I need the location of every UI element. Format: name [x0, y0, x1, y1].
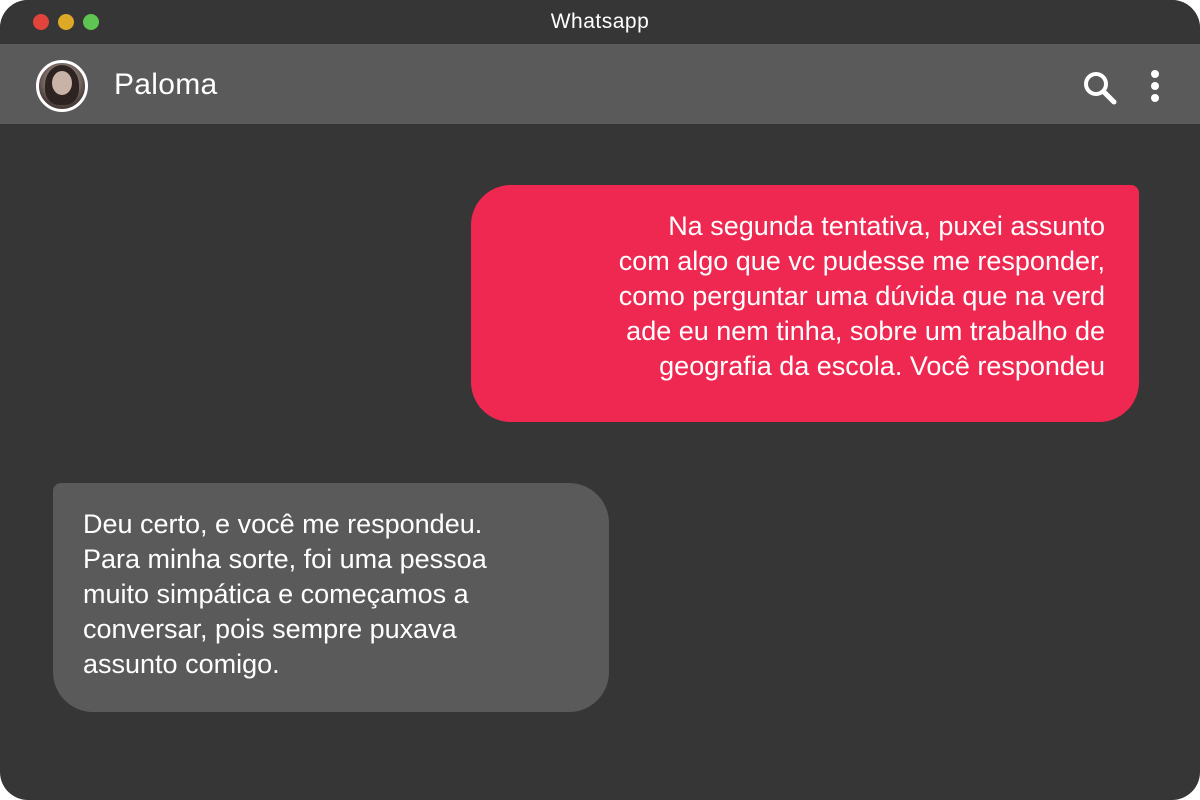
- message-line: geografia da escola. Você respondeu: [659, 351, 1105, 381]
- message-line: conversar, pois sempre puxava: [83, 614, 457, 644]
- incoming-message-bubble[interactable]: Deu certo, e você me respondeu. Para min…: [53, 483, 609, 712]
- message-line: com algo que vc pudesse me responder,: [618, 246, 1105, 276]
- message-line: Na segunda tentativa, puxei assunto: [668, 211, 1105, 241]
- contact-name[interactable]: Paloma: [114, 44, 218, 124]
- message-line: como perguntar uma dúvida que na verd: [618, 281, 1105, 311]
- search-icon: [1084, 72, 1117, 105]
- message-line: Para minha sorte, foi uma pessoa: [83, 544, 487, 574]
- message-line: ade eu nem tinha, sobre um trabalho de: [626, 316, 1105, 346]
- message-line: assunto comigo.: [83, 649, 280, 679]
- title-bar: Whatsapp: [0, 0, 1200, 44]
- outgoing-message-bubble[interactable]: Na segunda tentativa, puxei assunto com …: [471, 185, 1139, 422]
- window-title: Whatsapp: [550, 10, 650, 33]
- more-vertical-icon: [1151, 70, 1159, 102]
- search-button[interactable]: [1080, 68, 1120, 108]
- chat-header: Paloma: [0, 44, 1200, 124]
- avatar-face-shape: [52, 71, 72, 95]
- message-line: muito simpática e começamos a: [83, 579, 469, 609]
- contact-avatar[interactable]: [36, 60, 88, 112]
- app-window: Whatsapp Paloma Na segunda tentativa, pu…: [0, 0, 1200, 800]
- more-options-button[interactable]: [1140, 68, 1170, 108]
- message-line: Deu certo, e você me respondeu.: [83, 509, 483, 539]
